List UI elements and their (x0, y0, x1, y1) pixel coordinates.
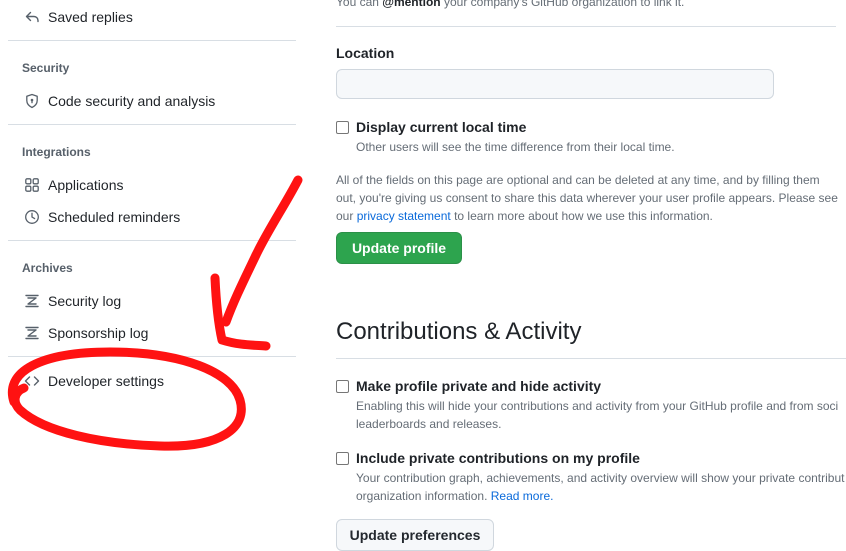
section-divider (336, 358, 846, 359)
note-text: our (336, 209, 357, 223)
sidebar-item-saved-replies[interactable]: Saved replies (8, 1, 296, 33)
sidebar-group-integrations: Integrations (22, 145, 91, 159)
sidebar-divider (8, 124, 296, 125)
clock-icon (24, 209, 40, 225)
sidebar-item-label: Code security and analysis (48, 93, 216, 109)
note-text: your company's GitHub organization to li… (440, 0, 685, 9)
sidebar-item-label: Security log (48, 293, 122, 309)
display-local-time-label: Display current local time (356, 119, 527, 135)
shield-icon (24, 93, 40, 109)
note-line: leaderboards and releases. (356, 417, 502, 431)
sidebar-item-sponsorship-log[interactable]: Sponsorship log (8, 317, 296, 349)
contributions-heading: Contributions & Activity (336, 318, 582, 345)
company-mention-note: You can @mention your company's GitHub o… (336, 0, 684, 9)
sidebar-divider (8, 40, 296, 41)
sidebar-group-archives: Archives (22, 261, 73, 275)
sidebar-item-label: Applications (48, 177, 124, 193)
code-icon (24, 373, 40, 389)
update-preferences-button[interactable]: Update preferences (336, 519, 494, 551)
display-local-time-checkbox[interactable] (336, 121, 349, 134)
local-time-note: Other users will see the time difference… (356, 140, 675, 154)
private-profile-checkbox[interactable] (336, 380, 349, 393)
note-line: our privacy statement to learn more abou… (336, 207, 838, 225)
read-more-link[interactable]: Read more. (491, 489, 554, 503)
note-line: organization information. Read more. (356, 487, 844, 505)
sidebar-item-security-log[interactable]: Security log (8, 285, 296, 317)
apps-grid-icon (24, 177, 40, 193)
sidebar-item-scheduled-reminders[interactable]: Scheduled reminders (8, 201, 296, 233)
log-icon (24, 293, 40, 309)
include-private-note: Your contribution graph, achievements, a… (356, 469, 844, 505)
log-icon (24, 325, 40, 341)
private-profile-label: Make profile private and hide activity (356, 378, 602, 394)
location-label: Location (336, 45, 395, 61)
sidebar-item-code-security[interactable]: Code security and analysis (8, 85, 296, 117)
update-profile-button[interactable]: Update profile (336, 232, 462, 264)
include-private-label: Include private contributions on my prof… (356, 450, 640, 466)
reply-icon (24, 9, 40, 25)
sidebar-item-developer-settings[interactable]: Developer settings (8, 365, 296, 397)
note-text: You can (336, 0, 383, 9)
include-private-checkbox[interactable] (336, 452, 349, 465)
sidebar-item-label: Sponsorship log (48, 325, 149, 341)
sidebar-item-label: Saved replies (48, 9, 133, 25)
note-line: Your contribution graph, achievements, a… (356, 471, 845, 485)
note-line: Enabling this will hide your contributio… (356, 399, 839, 413)
section-divider (336, 26, 836, 27)
settings-sidebar: Saved replies Security Code security and… (0, 0, 300, 551)
mention-keyword: @mention (382, 0, 441, 9)
sidebar-item-label: Scheduled reminders (48, 209, 181, 225)
note-line: All of the fields on this page are optio… (336, 173, 820, 187)
note-text: organization information. (356, 489, 491, 503)
privacy-statement-link[interactable]: privacy statement (357, 209, 451, 223)
note-text: to learn more about how we use this info… (450, 209, 713, 223)
sidebar-divider (8, 356, 296, 357)
sidebar-item-label: Developer settings (48, 373, 164, 389)
note-line: out, you're giving us consent to share t… (336, 191, 838, 205)
sidebar-divider (8, 240, 296, 241)
sidebar-item-applications[interactable]: Applications (8, 169, 296, 201)
optional-fields-note: All of the fields on this page are optio… (336, 171, 838, 225)
profile-settings-main: You can @mention your company's GitHub o… (336, 0, 846, 551)
sidebar-group-security: Security (22, 61, 70, 75)
location-input[interactable] (336, 69, 774, 99)
private-profile-note: Enabling this will hide your contributio… (356, 397, 838, 433)
